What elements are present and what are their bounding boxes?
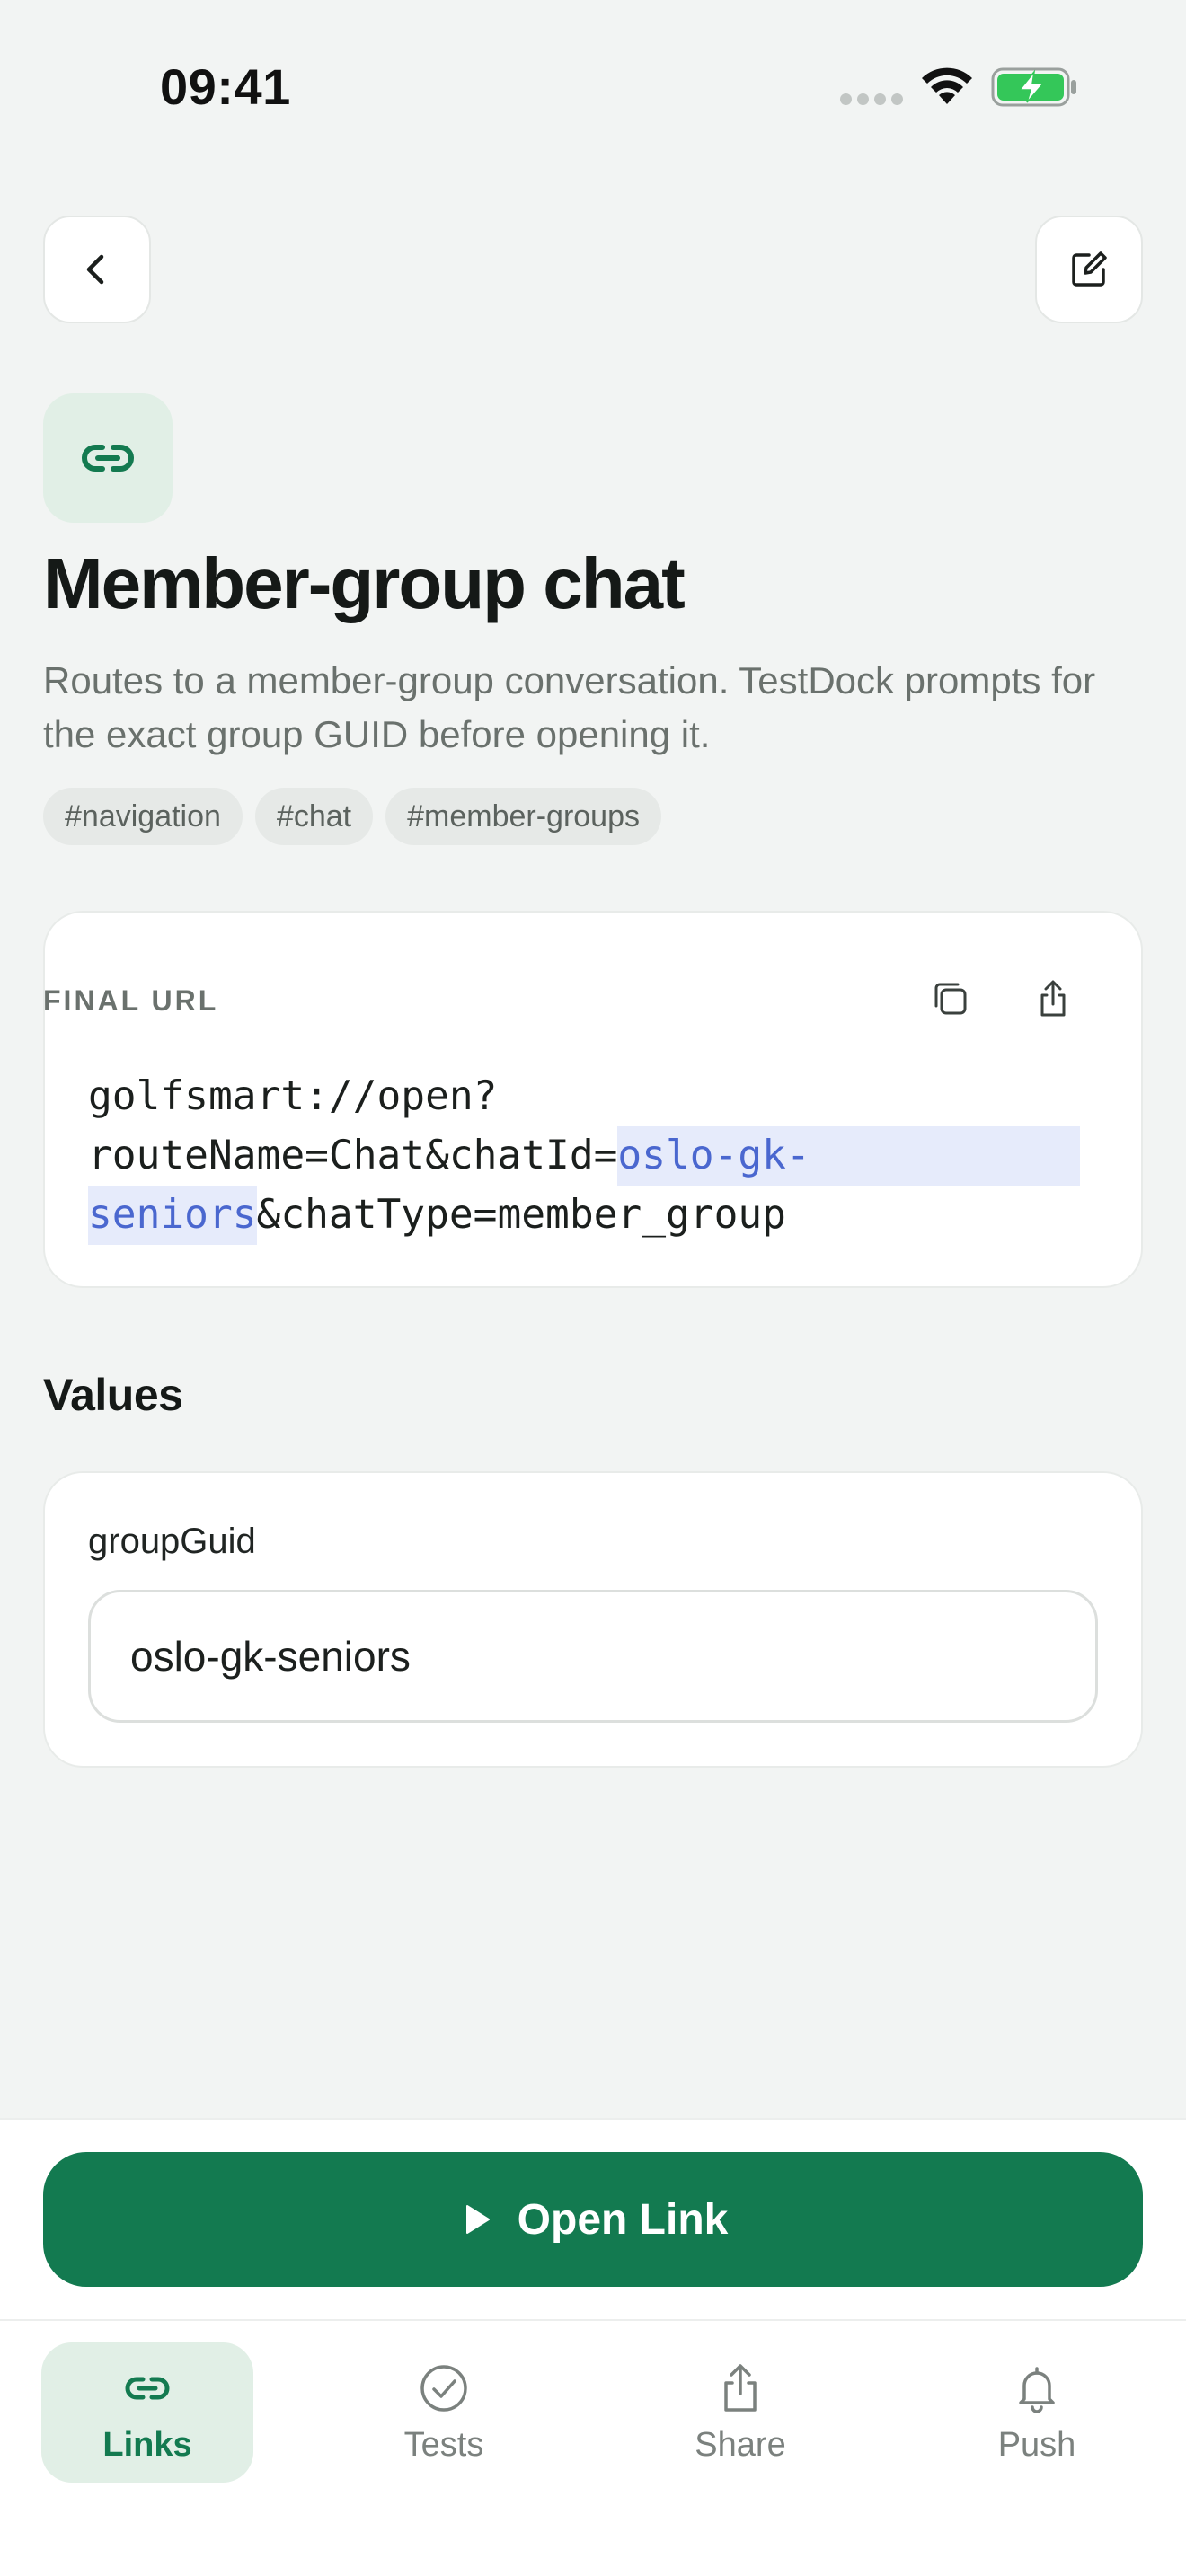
share-icon bbox=[1040, 980, 1066, 1017]
url-line-2: routeName=Chat&chatId=oslo-gk- bbox=[88, 1126, 1100, 1186]
bell-icon bbox=[1019, 2366, 1055, 2413]
open-link-button[interactable]: Open Link bbox=[43, 2152, 1143, 2287]
tag-navigation[interactable]: #navigation bbox=[43, 788, 243, 845]
url-highlight-value: seniors bbox=[88, 1186, 257, 1245]
tab-share[interactable]: Share bbox=[634, 2342, 846, 2483]
edit-button[interactable] bbox=[1035, 216, 1143, 323]
final-url-label: FINAL URL bbox=[43, 984, 219, 1017]
url-highlight-value: oslo-gk- bbox=[617, 1126, 1080, 1186]
edit-icon bbox=[1072, 251, 1107, 287]
url-line-1: golfsmart://open? bbox=[88, 1073, 498, 1119]
url-query-suffix: &chatType=member_group bbox=[256, 1192, 786, 1238]
page-description: Routes to a member-group conversation. T… bbox=[43, 659, 1096, 755]
wifi-icon bbox=[922, 67, 972, 104]
tab-label: Tests bbox=[403, 2425, 484, 2464]
group-guid-input[interactable] bbox=[88, 1590, 1098, 1723]
link-badge bbox=[43, 393, 173, 523]
back-button[interactable] bbox=[43, 216, 151, 323]
tab-label: Share bbox=[695, 2425, 786, 2464]
tab-label: Links bbox=[102, 2425, 192, 2464]
copy-icon bbox=[934, 983, 967, 1015]
play-icon bbox=[465, 2205, 490, 2234]
check-circle-icon bbox=[420, 2364, 467, 2412]
copy-url-button[interactable] bbox=[924, 972, 978, 1026]
tab-links[interactable]: Links bbox=[41, 2342, 253, 2483]
link-icon bbox=[82, 445, 134, 472]
link-icon bbox=[125, 2377, 170, 2399]
share-icon bbox=[724, 2363, 757, 2412]
tag-member-groups[interactable]: #member-groups bbox=[385, 788, 661, 845]
tab-push[interactable]: Push bbox=[931, 2342, 1143, 2483]
app-screen: 09:41 Member-group chat Routes to a memb… bbox=[0, 0, 1186, 2576]
group-guid-label: groupGuid bbox=[88, 1522, 256, 1561]
cellular-signal-icon bbox=[840, 93, 903, 105]
final-url-text: golfsmart://open? routeName=Chat&chatId=… bbox=[88, 1067, 1100, 1245]
url-line-3: seniors&chatType=member_group bbox=[88, 1186, 1100, 1245]
tag-chat[interactable]: #chat bbox=[254, 788, 374, 845]
chevron-left-icon bbox=[86, 254, 104, 285]
tab-label: Push bbox=[997, 2425, 1076, 2464]
status-bar: 09:41 bbox=[0, 0, 1186, 171]
tag-list: #navigation #chat #member-groups bbox=[43, 788, 661, 845]
share-url-button[interactable] bbox=[1026, 972, 1080, 1026]
page-title: Member-group chat bbox=[43, 543, 686, 623]
open-link-label: Open Link bbox=[517, 2195, 729, 2244]
url-route-part: routeName=Chat&chatId= bbox=[88, 1133, 618, 1178]
status-time: 09:41 bbox=[160, 58, 291, 115]
tab-tests[interactable]: Tests bbox=[338, 2342, 550, 2483]
battery-charging-icon bbox=[991, 67, 1076, 107]
tabbar-divider bbox=[0, 2319, 1186, 2321]
values-section-title: Values bbox=[43, 1370, 183, 1420]
